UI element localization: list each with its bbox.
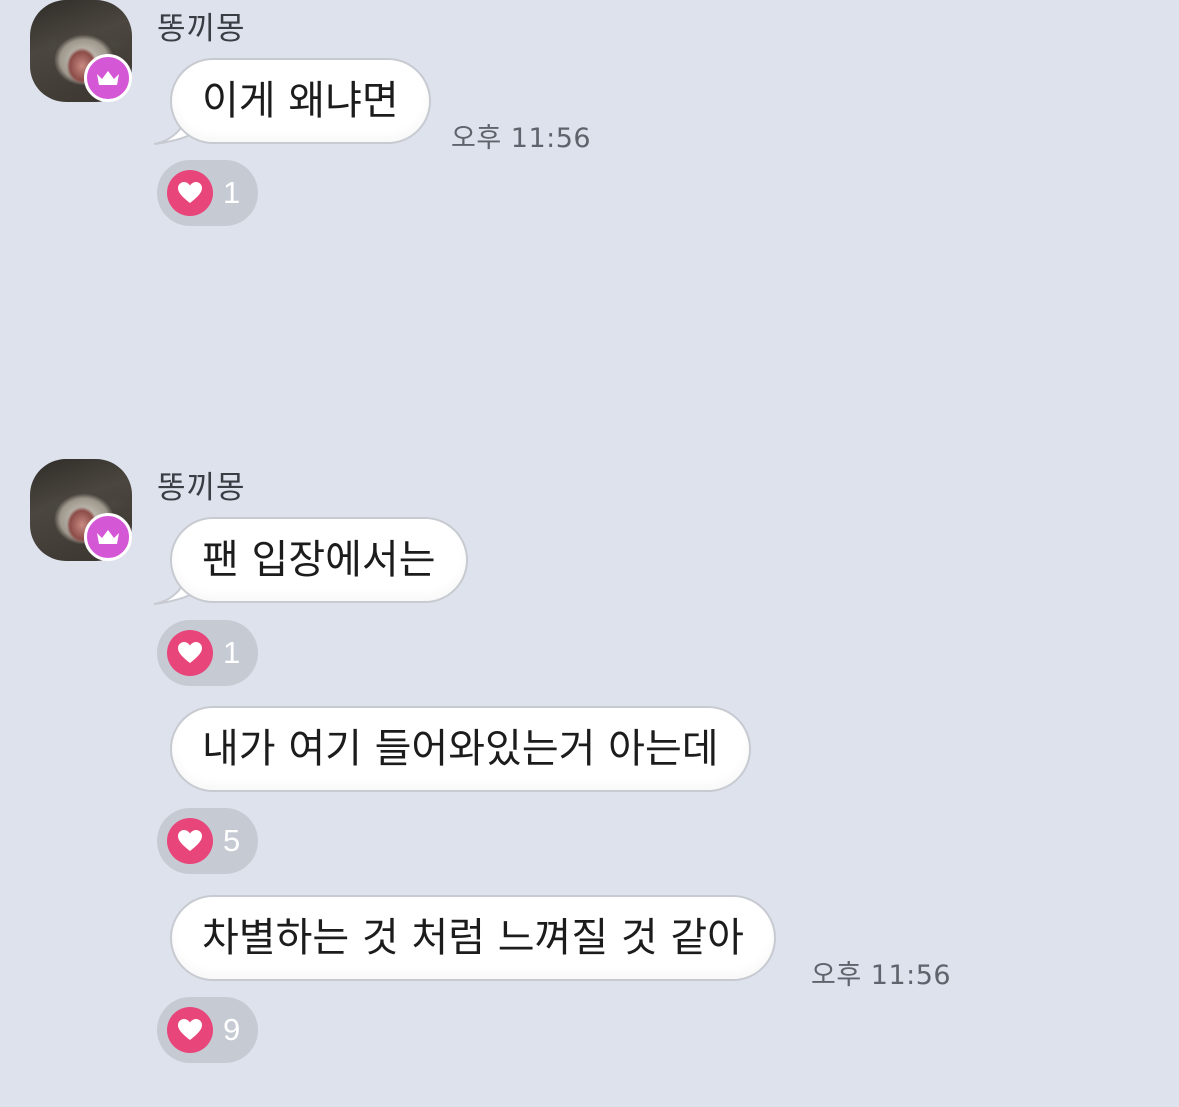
sender-name: 똥끼몽 [157,470,246,506]
message-time: 오후 11:56 [451,123,592,154]
heart-icon [167,818,213,864]
message-bubble[interactable]: 내가 여기 들어와있는거 아는데 [170,706,751,792]
reaction-count: 5 [223,823,241,858]
message-bubble[interactable]: 차별하는 것 처럼 느껴질 것 같아 [170,895,776,981]
crown-icon [97,71,119,85]
message-bubble[interactable]: 이게 왜냐면 [170,58,431,144]
reaction-count: 9 [223,1012,241,1047]
message-text: 이게 왜냐면 [202,78,399,124]
reaction-pill[interactable]: 1 [157,160,259,226]
message-time: 오후 11:56 [811,960,952,991]
message-bubble[interactable]: 팬 입장에서는 [170,517,468,603]
reaction-pill[interactable]: 9 [157,997,259,1063]
message-text: 팬 입장에서는 [202,537,436,583]
heart-icon [167,630,213,676]
crown-icon [97,530,119,544]
heart-icon [167,1007,213,1053]
reaction-pill[interactable]: 5 [157,808,259,874]
message-text: 내가 여기 들어와있는거 아는데 [202,726,719,772]
sender-avatar[interactable] [30,459,132,561]
sender-name: 똥끼몽 [157,11,246,47]
reaction-count: 1 [223,175,241,210]
reaction-count: 1 [223,635,241,670]
sender-avatar[interactable] [30,0,132,102]
reaction-pill[interactable]: 1 [157,620,259,686]
message-text: 차별하는 것 처럼 느껴질 것 같아 [202,915,744,961]
heart-icon [167,170,213,216]
crown-badge [84,54,132,102]
crown-badge [84,513,132,561]
